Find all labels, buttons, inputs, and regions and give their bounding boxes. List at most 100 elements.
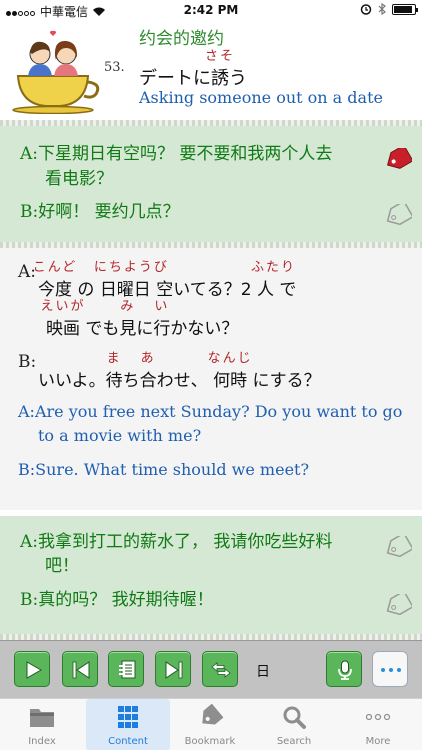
kana-text: わせ、 — [156, 371, 214, 391]
ruby-word: み見 — [119, 299, 137, 339]
document-icon — [119, 660, 136, 679]
tab-search[interactable]: Search — [252, 699, 336, 750]
sentence: 真的吗？ 我好期待喔！ — [38, 590, 214, 610]
kana-text: かない？ — [170, 319, 239, 339]
card2-speaker-a-line2: 吧！ — [45, 556, 79, 576]
ruby-word: い行 — [153, 299, 171, 339]
more-dots-icon — [365, 713, 391, 721]
bookmark-tag-icon — [202, 703, 224, 725]
bookmark-tag-icon-active[interactable] — [384, 148, 412, 170]
kana-text: でも — [80, 319, 120, 339]
card2-speaker-a-line: A:我拿到打工的薪水了， 我请你吃些好料 — [20, 530, 332, 555]
ruby-word: あ合 — [139, 351, 157, 391]
detail-speaker-b: B: — [18, 352, 37, 372]
ruby-reading: ま — [106, 351, 122, 366]
detail-jp-a-line2: えいが 映画 でもみ見にい行かない？ — [40, 299, 239, 339]
kana-text: にする？ — [247, 371, 321, 391]
status-bar: 中華電信 2:42 PM — [0, 0, 422, 20]
speaker-label: A: — [20, 532, 39, 552]
tab-content[interactable]: Content — [86, 699, 170, 750]
tab-label: Content — [108, 736, 148, 747]
lesson-title-jp-kanji: さそ誘 — [205, 49, 233, 90]
card1-speaker-a-line: A:下星期日有空吗？ 要不要和我两个人去 — [20, 142, 332, 167]
lesson-title-jp-suffix: う — [229, 68, 247, 89]
kanji-text: 映画 — [46, 319, 80, 339]
detail-en-a-line1: A:Are you free next Sunday? Do you want … — [18, 402, 403, 421]
previous-button[interactable] — [62, 651, 98, 687]
status-time: 2:42 PM — [183, 3, 239, 17]
tab-bar: Index Content Bookmark Search More — [0, 698, 422, 750]
kanji-text: 合 — [139, 371, 157, 391]
tab-more[interactable]: More — [336, 699, 420, 750]
lesson-title-jp-prefix: デートに — [139, 68, 211, 89]
tab-label: More — [365, 736, 391, 747]
swap-arrows-icon — [211, 662, 231, 678]
dialogue-card-1[interactable]: A:下星期日有空吗？ 要不要和我两个人去 看电影？ B:好啊！ 要约几点？ — [0, 126, 422, 248]
kana-text: いいよ。 — [38, 371, 106, 391]
speaker-label: A: — [20, 144, 39, 164]
ruby-reading: えいが — [40, 299, 86, 314]
lesson-header: 53. 约会的邀约 デートに さそ 誘う Asking someone out on… — [0, 20, 422, 120]
player-toolbar: 日 — [0, 640, 422, 698]
tab-bookmark[interactable]: Bookmark — [168, 699, 252, 750]
kanji-text: 誘 — [211, 68, 229, 89]
dialogue-card-2[interactable]: A:我拿到打工的薪水了， 我请你吃些好料 吧！ B:真的吗？ 我好期待喔！ — [0, 516, 422, 640]
more-options-button[interactable] — [372, 651, 408, 687]
speaker-label: B: — [20, 202, 39, 222]
detail-en-a-line2: to a movie with me? — [38, 426, 202, 445]
tab-label: Search — [276, 736, 312, 747]
bookmark-tag-icon[interactable] — [384, 536, 412, 558]
language-swap-button[interactable] — [202, 651, 238, 687]
kana-text: で — [273, 280, 297, 300]
dialogue-detail: A: こんど 今度 の にちようび 日曜日 空いてる？2 ふたり人 で えいが 映画 … — [0, 248, 422, 510]
detail-jp-b-line: いいよ。ま待ちあ合わせ、 なんじ 何時 にする？ — [38, 351, 321, 391]
sentence-line1: 下星期日有空吗？ 要不要和我两个人去 — [38, 144, 333, 164]
kanji-text: 行 — [153, 319, 171, 339]
next-button[interactable] — [155, 651, 191, 687]
ruby-word: えいが 映画 — [40, 299, 83, 339]
kanji-text: 待 — [105, 371, 123, 391]
lesson-title-english: Asking someone out on a date — [139, 88, 383, 107]
tab-index[interactable]: Index — [0, 699, 84, 750]
ruby-reading: い — [154, 299, 170, 314]
ruby-word: なんじ 何時 — [208, 351, 251, 391]
battery-icon — [392, 3, 418, 15]
ruby-reading: にちようび — [93, 260, 169, 275]
detail-en-b-line: B:Sure. What time should we meet? — [18, 460, 310, 479]
speaker-label: B: — [20, 590, 39, 610]
microphone-icon — [338, 660, 352, 680]
microphone-button[interactable] — [326, 651, 362, 687]
card1-speaker-a-line2: 看电影？ — [45, 169, 113, 189]
ruby-word: ま待 — [105, 351, 123, 391]
ruby-reading: み — [120, 299, 136, 314]
play-icon — [26, 661, 43, 679]
lesson-number: 53. — [104, 60, 125, 75]
play-button[interactable] — [14, 651, 50, 687]
ruby-reading: あ — [140, 351, 156, 366]
ruby-reading: こんど — [32, 260, 78, 275]
kanji-text: 何時 — [213, 371, 248, 391]
skip-next-icon — [165, 661, 183, 679]
tab-label: Index — [28, 736, 56, 747]
ruby-reading: なんじ — [207, 351, 253, 366]
card1-speaker-b-line: B:好啊！ 要约几点？ — [20, 200, 180, 225]
status-right — [360, 3, 418, 15]
bluetooth-icon — [378, 3, 386, 15]
skip-previous-icon — [72, 661, 90, 679]
transcript-button[interactable] — [108, 651, 144, 687]
bookmark-tag-icon[interactable] — [384, 204, 412, 226]
kanji-text: 見 — [119, 319, 137, 339]
ruby-word: ふたり人 — [251, 260, 294, 300]
couple-teacup-illustration — [12, 30, 100, 114]
alarm-icon — [360, 4, 372, 15]
ruby-reading: ふたり — [250, 260, 296, 275]
search-icon — [283, 706, 306, 729]
grid-icon — [118, 706, 138, 728]
language-indicator: 日 — [256, 664, 270, 680]
sentence: 好啊！ 要约几点？ — [38, 202, 180, 222]
sentence-line1: 我拿到打工的薪水了， 我请你吃些好料 — [38, 532, 333, 552]
kanji-text: 人 — [256, 280, 274, 300]
tab-label: Bookmark — [184, 736, 236, 747]
bookmark-tag-icon[interactable] — [384, 594, 412, 616]
more-dots-icon — [381, 668, 385, 672]
